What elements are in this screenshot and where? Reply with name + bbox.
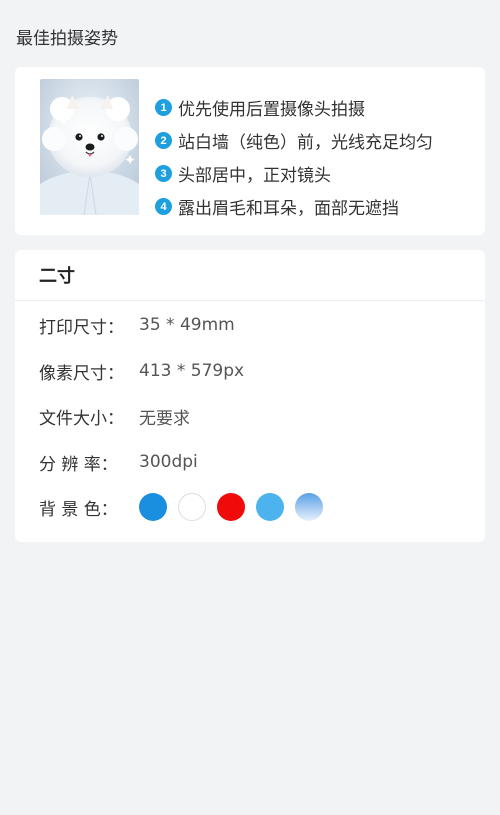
spec-row-background-color: 背 景 色： xyxy=(39,492,334,522)
spec-value: 35 * 49mm xyxy=(139,315,235,335)
tip-number-badge: 4 xyxy=(155,198,172,215)
tips-list: 1 优先使用后置摄像头拍摄 2 站白墙（纯色）前，光线充足均匀 3 头部居中，正… xyxy=(155,91,433,223)
spec-row-print-size: 打印尺寸： 35 * 49mm xyxy=(39,310,235,340)
sample-dog-photo xyxy=(40,79,139,215)
tip-text: 站白墙（纯色）前，光线充足均匀 xyxy=(178,133,433,153)
spec-row-pixel-size: 像素尺寸： 413 * 579px xyxy=(39,356,244,386)
spec-card: 二寸 打印尺寸： 35 * 49mm 像素尺寸： 413 * 579px 文件大… xyxy=(15,250,485,542)
tip-text: 头部居中，正对镜头 xyxy=(178,166,331,186)
spec-row-file-size: 文件大小： 无要求 xyxy=(39,401,190,431)
section-title: 最佳拍摄姿势 xyxy=(16,29,118,49)
swatch-blue[interactable] xyxy=(139,493,167,521)
tip-item: 1 优先使用后置摄像头拍摄 xyxy=(155,91,433,124)
swatch-white[interactable] xyxy=(178,493,206,521)
spec-value: 无要求 xyxy=(139,408,190,429)
spec-value: 300dpi xyxy=(139,452,198,472)
tip-item: 3 头部居中，正对镜头 xyxy=(155,157,433,190)
swatch-gradient-blue[interactable] xyxy=(295,493,323,521)
swatch-red[interactable] xyxy=(217,493,245,521)
photo-tips-card: 1 优先使用后置摄像头拍摄 2 站白墙（纯色）前，光线充足均匀 3 头部居中，正… xyxy=(15,67,485,235)
tip-text: 优先使用后置摄像头拍摄 xyxy=(178,100,365,120)
spec-row-resolution: 分 辨 率： 300dpi xyxy=(39,447,198,477)
spec-title: 二寸 xyxy=(15,250,485,301)
background-color-swatches xyxy=(139,493,334,521)
swatch-light-blue[interactable] xyxy=(256,493,284,521)
spec-label: 背 景 色： xyxy=(39,499,118,520)
spec-label: 分 辨 率： xyxy=(39,454,118,475)
spec-label: 像素尺寸： xyxy=(39,363,124,384)
tip-number-badge: 2 xyxy=(155,132,172,149)
tip-text: 露出眉毛和耳朵，面部无遮挡 xyxy=(178,199,399,219)
spec-label: 文件大小： xyxy=(39,408,124,429)
tip-number-badge: 3 xyxy=(155,165,172,182)
tip-item: 4 露出眉毛和耳朵，面部无遮挡 xyxy=(155,190,433,223)
tip-number-badge: 1 xyxy=(155,99,172,116)
tip-item: 2 站白墙（纯色）前，光线充足均匀 xyxy=(155,124,433,157)
spec-label: 打印尺寸： xyxy=(39,317,124,338)
spec-value: 413 * 579px xyxy=(139,361,245,381)
